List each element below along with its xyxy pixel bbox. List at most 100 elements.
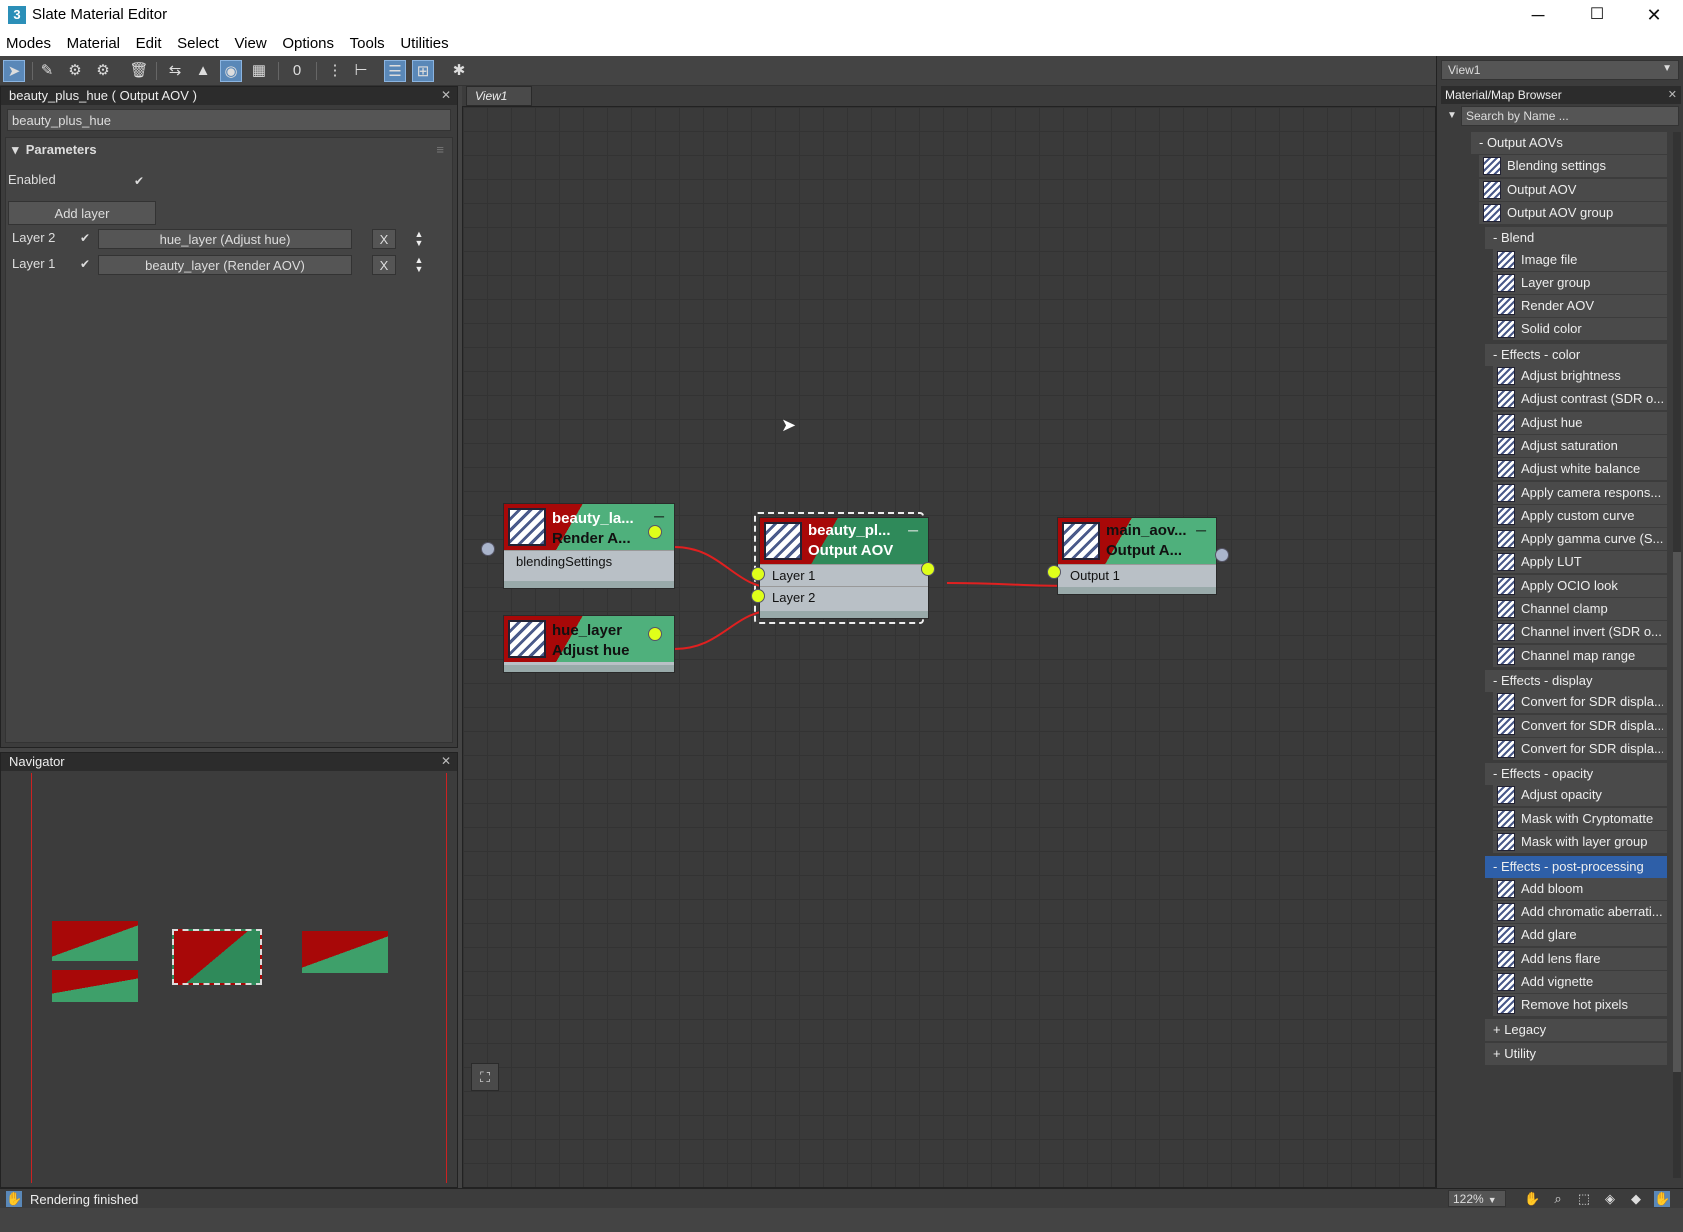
hide-unused-slots-icon[interactable]: ▲: [192, 60, 214, 82]
layer-2-reorder-icon[interactable]: ▲ ▼: [412, 230, 426, 250]
output-socket-beauty-layer[interactable]: [648, 525, 662, 539]
tree-item[interactable]: Convert for SDR displa...: [1493, 738, 1667, 760]
navigator-viewport[interactable]: [31, 773, 447, 1183]
tree-item[interactable]: Add bloom: [1493, 878, 1667, 900]
close-panel-icon[interactable]: ✕: [441, 88, 451, 102]
tree-group[interactable]: + Utility: [1485, 1043, 1667, 1065]
delete-icon[interactable]: 🗑: [128, 60, 150, 82]
select-tool-icon[interactable]: ➤: [3, 60, 25, 82]
tree-item[interactable]: Mask with Cryptomatte: [1493, 808, 1667, 830]
menu-options[interactable]: Options: [276, 30, 340, 52]
pan-icon[interactable]: ✋: [1524, 1191, 1540, 1207]
tree-group[interactable]: - Effects - color: [1485, 344, 1667, 366]
menu-utilities[interactable]: Utilities: [394, 30, 454, 52]
tree-item[interactable]: Channel map range: [1493, 645, 1667, 667]
close-button[interactable]: ✕: [1625, 0, 1683, 30]
layer-1-checkbox[interactable]: ✔: [78, 257, 92, 271]
tree-item[interactable]: Adjust contrast (SDR o...: [1493, 388, 1667, 410]
menu-material[interactable]: Material: [61, 30, 126, 52]
output-socket-beauty-plus-hue[interactable]: [921, 562, 935, 576]
tree-group[interactable]: - Blend: [1485, 227, 1667, 249]
menu-select[interactable]: Select: [171, 30, 225, 52]
tree-item[interactable]: Channel clamp: [1493, 598, 1667, 620]
maximize-button[interactable]: ☐: [1568, 0, 1626, 30]
layout-all-icon[interactable]: ⋮: [324, 60, 346, 82]
tree-group[interactable]: - Effects - display: [1485, 670, 1667, 692]
tree-item[interactable]: Layer group: [1493, 272, 1667, 294]
input-socket-blending-settings[interactable]: [481, 542, 495, 556]
menu-tools[interactable]: Tools: [344, 30, 391, 52]
tree-item[interactable]: Apply custom curve: [1493, 505, 1667, 527]
assign-material-icon[interactable]: ⚙: [92, 60, 114, 82]
tree-item[interactable]: Convert for SDR displa...: [1493, 715, 1667, 737]
layout-children-icon[interactable]: ⊢: [350, 60, 372, 82]
zoom-icon[interactable]: ⌕: [1550, 1191, 1566, 1207]
tree-group[interactable]: - Effects - opacity: [1485, 763, 1667, 785]
zoom-extents-selected-icon[interactable]: ◆: [1628, 1191, 1644, 1207]
tree-item[interactable]: Add glare: [1493, 924, 1667, 946]
layer-1-remove-button[interactable]: X: [372, 255, 396, 275]
tree-item[interactable]: Solid color: [1493, 318, 1667, 340]
tree-item[interactable]: Add vignette: [1493, 971, 1667, 993]
node-hue-layer[interactable]: hue_layer Adjust hue: [503, 615, 675, 673]
tree-item[interactable]: Channel invert (SDR o...: [1493, 621, 1667, 643]
node-view-canvas[interactable]: beauty_la... Render A... ─ blendingSetti…: [462, 106, 1436, 1188]
browser-options-icon[interactable]: ▼: [1447, 110, 1457, 121]
tree-item[interactable]: Adjust brightness: [1493, 365, 1667, 387]
input-socket-layer-1[interactable]: [751, 567, 765, 581]
tree-item[interactable]: Convert for SDR displa...: [1493, 691, 1667, 713]
node-minimize-icon[interactable]: ─: [908, 522, 918, 538]
tree-item[interactable]: Image file: [1493, 249, 1667, 271]
tree-item[interactable]: Adjust opacity: [1493, 784, 1667, 806]
material-parameter-editor-icon[interactable]: ☰: [384, 60, 406, 82]
tree-item[interactable]: Adjust saturation: [1493, 435, 1667, 457]
tree-item[interactable]: Adjust hue: [1493, 412, 1667, 434]
tree-item[interactable]: Output AOV group: [1479, 202, 1667, 224]
input-socket-layer-2[interactable]: [751, 589, 765, 603]
close-navigator-icon[interactable]: ✕: [441, 754, 451, 768]
close-browser-icon[interactable]: ✕: [1668, 88, 1677, 101]
move-children-icon[interactable]: ⇆: [164, 60, 186, 82]
tree-item[interactable]: Remove hot pixels: [1493, 994, 1667, 1016]
tree-item[interactable]: Add lens flare: [1493, 948, 1667, 970]
input-socket-output-1[interactable]: [1047, 565, 1061, 579]
tree-group[interactable]: - Effects - post-processing: [1485, 856, 1667, 878]
zoom-extents-icon[interactable]: ◈: [1602, 1191, 1618, 1207]
select-by-material-icon[interactable]: ✱: [448, 60, 470, 82]
tree-item[interactable]: Apply gamma curve (S...: [1493, 528, 1667, 550]
layer-1-map-button[interactable]: beauty_layer (Render AOV): [98, 255, 352, 275]
tree-item[interactable]: Mask with layer group: [1493, 831, 1667, 853]
tree-item[interactable]: Adjust white balance: [1493, 458, 1667, 480]
enabled-checkbox[interactable]: ✔: [132, 174, 146, 188]
material-id-icon[interactable]: 0: [286, 60, 308, 82]
layer-2-checkbox[interactable]: ✔: [78, 231, 92, 245]
minimize-button[interactable]: ─: [1509, 0, 1567, 30]
tree-item[interactable]: Apply camera respons...: [1493, 482, 1667, 504]
put-to-scene-icon[interactable]: ⚙: [64, 60, 86, 82]
search-input[interactable]: Search by Name ...: [1461, 106, 1679, 126]
hand-pan-icon[interactable]: ✋: [6, 1191, 22, 1207]
material-name-field[interactable]: beauty_plus_hue: [7, 109, 451, 131]
tree-group[interactable]: + Legacy: [1485, 1019, 1667, 1041]
show-map-in-viewport-icon[interactable]: ◉: [220, 60, 242, 82]
tree-item[interactable]: Add chromatic aberrati...: [1493, 901, 1667, 923]
browser-scrollbar[interactable]: [1673, 132, 1681, 1178]
tree-item[interactable]: Output AOV: [1479, 179, 1667, 201]
pick-material-icon[interactable]: ✎: [36, 60, 58, 82]
zoom-region-icon[interactable]: ⬚: [1576, 1191, 1592, 1207]
menu-modes[interactable]: Modes: [0, 30, 57, 52]
tree-item[interactable]: Render AOV: [1493, 295, 1667, 317]
scrollbar-thumb[interactable]: [1673, 552, 1681, 1072]
view-select-dropdown[interactable]: View1 ▼: [1441, 60, 1679, 80]
add-layer-button[interactable]: Add layer: [8, 201, 156, 225]
material-map-browser-icon[interactable]: ⊞: [412, 60, 434, 82]
rollout-header[interactable]: ▾ Parameters: [12, 142, 97, 158]
layer-1-reorder-icon[interactable]: ▲ ▼: [412, 256, 426, 276]
node-beauty-plus-hue[interactable]: beauty_pl... Output AOV ─ Layer 1 Layer …: [759, 517, 929, 619]
pan-mode-icon[interactable]: ✋: [1654, 1191, 1670, 1207]
node-beauty-layer[interactable]: beauty_la... Render A... ─ blendingSetti…: [503, 503, 675, 589]
node-minimize-icon[interactable]: ─: [1196, 522, 1206, 538]
rollout-menu-icon[interactable]: ≡: [436, 142, 444, 157]
tree-group[interactable]: - Output AOVs: [1471, 132, 1667, 154]
layer-2-map-button[interactable]: hue_layer (Adjust hue): [98, 229, 352, 249]
